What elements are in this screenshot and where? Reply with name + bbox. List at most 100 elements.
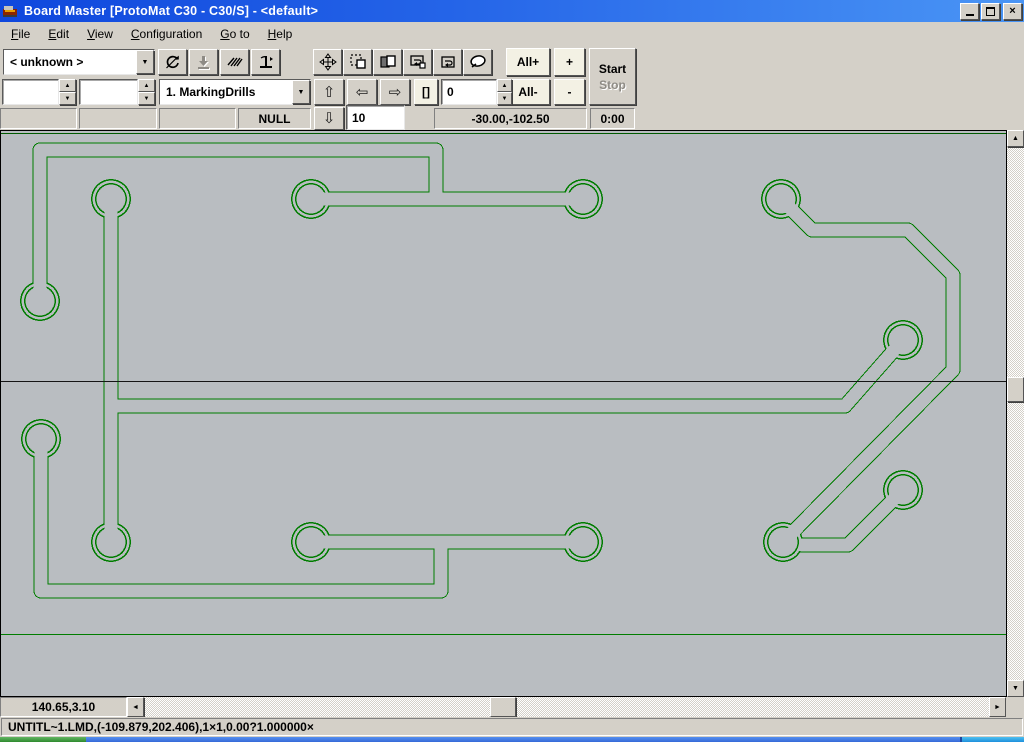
scroll-up-icon: ▲: [1012, 135, 1019, 142]
minimize-button[interactable]: [960, 3, 979, 20]
chevron-down-icon: ▼: [298, 89, 305, 96]
tool-status-value: NULL: [259, 112, 291, 126]
taskbar-edge: [0, 737, 1024, 742]
arrow-left-icon: ⇦: [356, 85, 369, 100]
scroll-left-button[interactable]: ◄: [127, 697, 144, 717]
menu-goto[interactable]: Go to: [211, 24, 258, 44]
minus-label: -: [568, 85, 572, 99]
head-down-icon: [257, 54, 275, 71]
repeat-count-value: 0: [447, 85, 454, 99]
tool-combobox[interactable]: 1. MarkingDrills ▼: [159, 79, 311, 105]
cursor-position-value: 140.65,3.10: [32, 700, 95, 714]
jog-right-button[interactable]: ⇨: [380, 79, 410, 105]
menu-help[interactable]: Help: [259, 24, 302, 44]
workspace: ▲ ▼: [0, 130, 1024, 697]
phase-combobox-value: < unknown >: [4, 50, 136, 74]
vertical-scrollbar[interactable]: ▲ ▼: [1007, 130, 1024, 697]
rubout-mill-button[interactable]: [220, 49, 249, 75]
horizontal-scrollbar-thumb[interactable]: [490, 697, 516, 717]
y-coordinate-field[interactable]: [79, 79, 138, 105]
tool-combobox-value: 1. MarkingDrills: [160, 80, 292, 104]
head-position-value: -30.00,-102.50: [471, 112, 549, 126]
arrow-up-icon: ⇧: [323, 85, 336, 100]
minus-button[interactable]: -: [554, 79, 585, 105]
stop-label: Stop: [599, 78, 626, 92]
status-cell-2: [79, 108, 157, 129]
step-repeat-front-button[interactable]: [433, 49, 462, 75]
minimize-icon: [966, 14, 974, 16]
file-status-message: UNTITL~1.LMD,(-109.879,202.406),1×1,0.00…: [2, 720, 314, 734]
scroll-right-button[interactable]: ►: [989, 697, 1006, 717]
step-size-field[interactable]: 10: [346, 105, 405, 130]
move-head-button[interactable]: [313, 49, 342, 75]
scroll-left-icon: ◄: [132, 704, 139, 711]
spin-down-icon[interactable]: ▼: [138, 92, 155, 105]
taskbar-strip: [86, 737, 960, 742]
mirror-panes-button[interactable]: [373, 49, 402, 75]
y-coordinate-spinner[interactable]: ▲ ▼: [138, 79, 155, 105]
spin-up-icon[interactable]: ▲: [59, 79, 76, 92]
tool-status-cell: NULL: [238, 108, 311, 129]
step-repeat-back-button[interactable]: [403, 49, 432, 75]
jog-up-button[interactable]: ⇧: [314, 79, 344, 105]
menu-view[interactable]: View: [78, 24, 122, 44]
rubout-mill-icon: [226, 54, 244, 70]
plus-label: +: [566, 55, 573, 69]
all-minus-button[interactable]: All-: [506, 79, 550, 105]
pcb-layout-canvas[interactable]: [0, 130, 1007, 697]
brackets-button[interactable]: []: [414, 79, 438, 105]
change-tool-rotate-button[interactable]: [158, 49, 187, 75]
app-icon: [2, 4, 18, 18]
all-plus-button[interactable]: All+: [506, 48, 550, 76]
scroll-down-button[interactable]: ▼: [1007, 680, 1024, 697]
phase-combobox[interactable]: < unknown > ▼: [3, 49, 155, 75]
start-button-edge[interactable]: [0, 737, 86, 742]
job-time-cell: 0:00: [590, 108, 635, 129]
horizontal-scrollbar[interactable]: ◄ ►: [127, 697, 1006, 717]
copy-select-icon: [349, 53, 367, 71]
mirror-panes-icon: [379, 53, 397, 71]
close-icon: ×: [1009, 5, 1015, 17]
spin-up-icon[interactable]: ▲: [138, 79, 155, 92]
spin-down-icon[interactable]: ▼: [497, 92, 512, 105]
preview-oval-button[interactable]: [463, 49, 492, 75]
repeat-count-field[interactable]: 0: [441, 79, 497, 105]
move-head-icon: [319, 53, 337, 71]
tool-deposit-icon: [195, 54, 212, 71]
head-down-button[interactable]: [251, 49, 280, 75]
x-coordinate-spinner[interactable]: ▲ ▼: [59, 79, 76, 105]
arrow-down-icon: ⇩: [323, 111, 336, 126]
plus-button[interactable]: +: [554, 48, 585, 76]
arrow-right-icon: ⇨: [389, 85, 402, 100]
menu-file[interactable]: File: [2, 24, 39, 44]
vertical-scrollbar-thumb[interactable]: [1007, 377, 1024, 402]
phase-combobox-dropdown-button[interactable]: ▼: [136, 50, 154, 74]
menu-configuration[interactable]: Configuration: [122, 24, 211, 44]
scroll-up-button[interactable]: ▲: [1007, 130, 1024, 147]
scroll-right-icon: ►: [994, 704, 1001, 711]
start-label: Start: [599, 62, 626, 76]
x-coordinate-field[interactable]: [2, 79, 59, 105]
start-stop-button[interactable]: Start Stop: [589, 48, 636, 105]
jog-down-button[interactable]: ⇩: [314, 107, 344, 130]
jog-left-button[interactable]: ⇦: [347, 79, 377, 105]
systray-edge: [962, 737, 1024, 742]
restore-button[interactable]: [981, 3, 1000, 20]
menu-edit[interactable]: Edit: [39, 24, 78, 44]
title-bar: Board Master [ProtoMat C30 - C30/S] - <d…: [0, 0, 1024, 22]
status-cell-3: [159, 108, 236, 129]
spin-down-icon[interactable]: ▼: [59, 92, 76, 105]
spin-up-icon[interactable]: ▲: [497, 79, 512, 92]
tool-combobox-dropdown-button[interactable]: ▼: [292, 80, 310, 104]
tool-deposit-button[interactable]: [189, 49, 218, 75]
change-tool-rotate-icon: [164, 54, 181, 71]
chevron-down-icon: ▼: [142, 59, 149, 66]
bottom-scroll-row: 140.65,3.10 ◄ ►: [0, 697, 1024, 717]
all-plus-label: All+: [517, 55, 539, 69]
brackets-label: []: [422, 85, 430, 99]
close-button[interactable]: ×: [1003, 3, 1022, 20]
copy-select-button[interactable]: [343, 49, 372, 75]
repeat-count-spinner[interactable]: ▲ ▼: [497, 79, 512, 105]
status-bar: UNTITL~1.LMD,(-109.879,202.406),1×1,0.00…: [0, 717, 1024, 737]
board-master-window: { "window": { "title": "Board Master [Pr…: [0, 0, 1024, 742]
